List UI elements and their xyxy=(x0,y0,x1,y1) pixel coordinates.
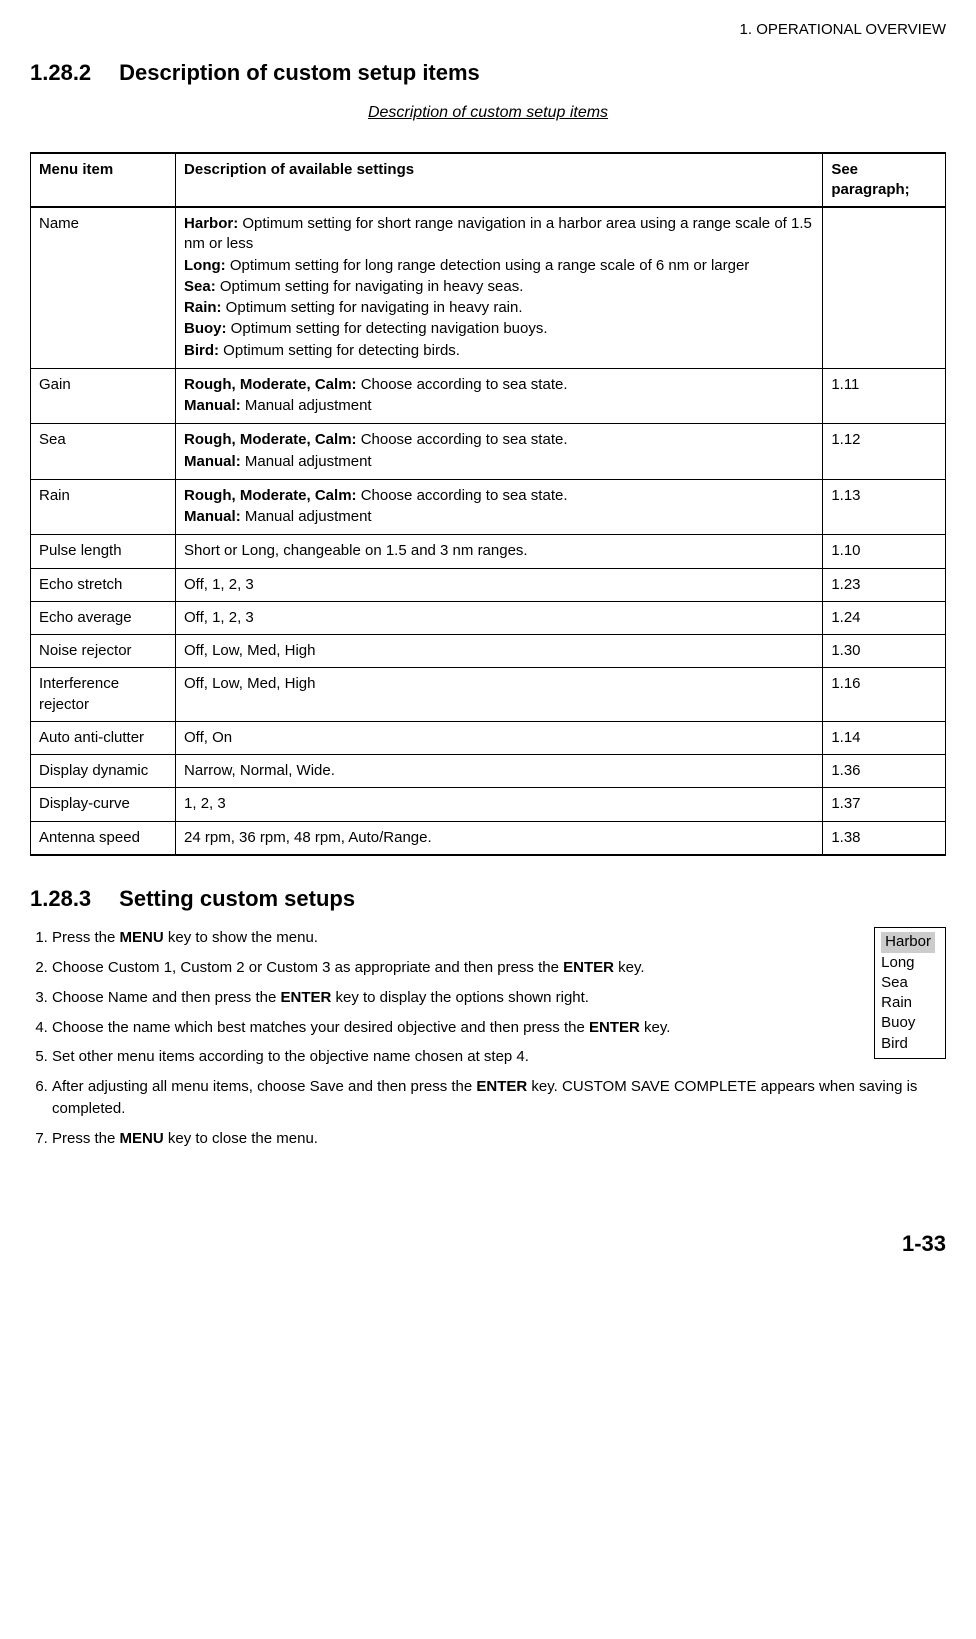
th-see-paragraph: See paragraph; xyxy=(823,153,946,208)
table-row: Echo stretchOff, 1, 2, 31.23 xyxy=(31,568,946,601)
cell-reference: 1.23 xyxy=(823,568,946,601)
cell-reference: 1.37 xyxy=(823,788,946,821)
running-header: 1. OPERATIONAL OVERVIEW xyxy=(30,20,946,40)
cell-menu-item: Sea xyxy=(31,424,176,480)
table-caption: Description of custom setup items xyxy=(30,102,946,124)
section-title-1: Description of custom setup items xyxy=(119,60,480,85)
cell-description: 1, 2, 3 xyxy=(176,788,823,821)
cell-reference: 1.13 xyxy=(823,479,946,535)
cell-reference: 1.24 xyxy=(823,601,946,634)
cell-description: Off, 1, 2, 3 xyxy=(176,601,823,634)
name-option[interactable]: Rain xyxy=(881,993,935,1013)
section-heading-2: 1.28.3 Setting custom setups xyxy=(30,884,946,914)
cell-reference: 1.12 xyxy=(823,424,946,480)
table-row: Auto anti-clutterOff, On1.14 xyxy=(31,721,946,754)
cell-reference: 1.11 xyxy=(823,368,946,424)
step-item: Press the MENU key to close the menu. xyxy=(52,1128,946,1150)
table-row: Display-curve1, 2, 31.37 xyxy=(31,788,946,821)
th-description: Description of available settings xyxy=(176,153,823,208)
table-row: Noise rejectorOff, Low, Med, High1.30 xyxy=(31,635,946,668)
table-row: Display dynamicNarrow, Normal, Wide.1.36 xyxy=(31,755,946,788)
cell-reference: 1.14 xyxy=(823,721,946,754)
cell-description: Rough, Moderate, Calm: Choose according … xyxy=(176,368,823,424)
cell-description: Narrow, Normal, Wide. xyxy=(176,755,823,788)
custom-setup-table: Menu item Description of available setti… xyxy=(30,152,946,856)
step-item: Choose the name which best matches your … xyxy=(52,1017,946,1039)
cell-menu-item: Interference rejector xyxy=(31,668,176,722)
name-option[interactable]: Harbor xyxy=(881,932,935,952)
step-item: After adjusting all menu items, choose S… xyxy=(52,1076,946,1120)
step-item: Press the MENU key to show the menu. xyxy=(52,927,946,949)
cell-description: 24 rpm, 36 rpm, 48 rpm, Auto/Range. xyxy=(176,821,823,855)
cell-description: Off, Low, Med, High xyxy=(176,668,823,722)
name-option[interactable]: Long xyxy=(881,953,935,973)
table-row: SeaRough, Moderate, Calm: Choose accordi… xyxy=(31,424,946,480)
section-heading-1: 1.28.2 Description of custom setup items xyxy=(30,58,946,88)
cell-description: Off, 1, 2, 3 xyxy=(176,568,823,601)
cell-menu-item: Noise rejector xyxy=(31,635,176,668)
cell-menu-item: Gain xyxy=(31,368,176,424)
cell-menu-item: Display-curve xyxy=(31,788,176,821)
cell-menu-item: Display dynamic xyxy=(31,755,176,788)
cell-description: Short or Long, changeable on 1.5 and 3 n… xyxy=(176,535,823,568)
page-number: 1-33 xyxy=(30,1229,946,1259)
section-number-1: 1.28.2 xyxy=(30,58,91,88)
cell-description: Rough, Moderate, Calm: Choose according … xyxy=(176,424,823,480)
th-menu-item: Menu item xyxy=(31,153,176,208)
cell-description: Harbor: Optimum setting for short range … xyxy=(176,207,823,368)
cell-reference: 1.36 xyxy=(823,755,946,788)
cell-menu-item: Rain xyxy=(31,479,176,535)
section-number-2: 1.28.3 xyxy=(30,884,91,914)
table-row: NameHarbor: Optimum setting for short ra… xyxy=(31,207,946,368)
table-row: Echo averageOff, 1, 2, 31.24 xyxy=(31,601,946,634)
table-row: RainRough, Moderate, Calm: Choose accord… xyxy=(31,479,946,535)
name-option[interactable]: Buoy xyxy=(881,1013,935,1033)
name-option[interactable]: Sea xyxy=(881,973,935,993)
cell-reference: 1.10 xyxy=(823,535,946,568)
cell-menu-item: Auto anti-clutter xyxy=(31,721,176,754)
cell-menu-item: Name xyxy=(31,207,176,368)
step-item: Set other menu items according to the ob… xyxy=(52,1046,946,1068)
cell-description: Off, On xyxy=(176,721,823,754)
step-item: Choose Name and then press the ENTER key… xyxy=(52,987,946,1009)
cell-reference: 1.16 xyxy=(823,668,946,722)
step-item: Choose Custom 1, Custom 2 or Custom 3 as… xyxy=(52,957,946,979)
procedure-steps: Press the MENU key to show the menu. Choo… xyxy=(30,927,946,1149)
cell-description: Off, Low, Med, High xyxy=(176,635,823,668)
name-option[interactable]: Bird xyxy=(881,1034,935,1054)
cell-menu-item: Pulse length xyxy=(31,535,176,568)
cell-reference: 1.38 xyxy=(823,821,946,855)
cell-description: Rough, Moderate, Calm: Choose according … xyxy=(176,479,823,535)
cell-reference: 1.30 xyxy=(823,635,946,668)
table-row: GainRough, Moderate, Calm: Choose accord… xyxy=(31,368,946,424)
section-title-2: Setting custom setups xyxy=(119,886,355,911)
cell-menu-item: Echo average xyxy=(31,601,176,634)
cell-reference xyxy=(823,207,946,368)
cell-menu-item: Echo stretch xyxy=(31,568,176,601)
table-row: Interference rejectorOff, Low, Med, High… xyxy=(31,668,946,722)
name-options-popup: HarborLongSeaRainBuoyBird xyxy=(874,927,946,1059)
table-row: Antenna speed24 rpm, 36 rpm, 48 rpm, Aut… xyxy=(31,821,946,855)
table-row: Pulse lengthShort or Long, changeable on… xyxy=(31,535,946,568)
cell-menu-item: Antenna speed xyxy=(31,821,176,855)
